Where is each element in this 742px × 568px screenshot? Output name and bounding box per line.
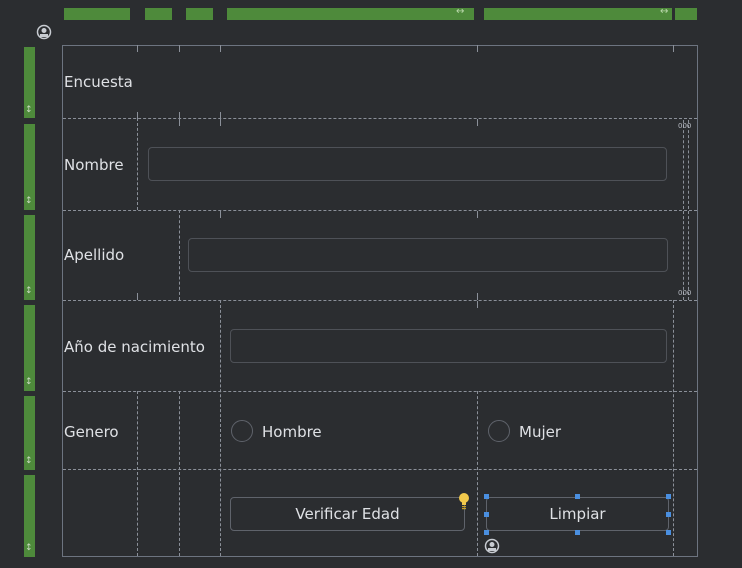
column-header-3[interactable] <box>186 8 213 20</box>
hombre-radio[interactable] <box>231 420 253 442</box>
resize-handle-nw[interactable] <box>484 494 489 499</box>
vertical-scroll-indicator[interactable] <box>683 120 689 300</box>
nombre-input[interactable] <box>148 147 667 181</box>
grid-tick <box>477 119 478 126</box>
grid-tick <box>220 112 221 119</box>
mujer-label[interactable]: Mujer <box>519 423 561 441</box>
resize-handle-ne[interactable] <box>666 494 671 499</box>
row-resize-icon[interactable]: ↕ <box>25 286 33 296</box>
grid-tick <box>220 119 221 126</box>
limpiar-button[interactable]: Limpiar <box>486 497 669 531</box>
mujer-radio[interactable] <box>488 420 510 442</box>
column-header-5[interactable] <box>484 8 672 20</box>
form-title: Encuesta <box>64 73 133 91</box>
grid-col-divider <box>477 391 478 556</box>
grid-col-divider <box>220 300 221 556</box>
scroll-bottom-label: 000 <box>678 289 692 297</box>
grid-tick <box>477 45 478 52</box>
grid-col-divider <box>179 391 180 556</box>
grid-tick <box>220 211 221 218</box>
grid-col-divider <box>137 391 138 556</box>
resize-handle-w[interactable] <box>484 512 489 517</box>
grid-tick <box>477 211 478 218</box>
scroll-top-label: 000 <box>678 122 692 130</box>
grid-row-divider <box>63 469 697 470</box>
grid-tick <box>220 45 221 52</box>
grid-col-divider <box>137 118 138 210</box>
row-resize-icon[interactable]: ↕ <box>25 377 33 387</box>
verificar-edad-button[interactable]: Verificar Edad <box>230 497 465 531</box>
column-header-4[interactable] <box>227 8 474 20</box>
hombre-label[interactable]: Hombre <box>262 423 322 441</box>
grid-col-divider <box>179 210 180 300</box>
nombre-label: Nombre <box>64 156 124 174</box>
resize-handle-n[interactable] <box>575 494 580 499</box>
row-resize-icon[interactable]: ↕ <box>25 456 33 466</box>
grid-row-divider <box>63 300 697 301</box>
grid-tick <box>673 45 674 52</box>
column-header-2[interactable] <box>145 8 172 20</box>
apellido-label: Apellido <box>64 246 125 264</box>
row-resize-icon[interactable]: ↕ <box>25 196 33 206</box>
apellido-input[interactable] <box>188 238 668 272</box>
anchor-icon <box>36 24 52 40</box>
grid-tick <box>179 119 180 126</box>
resize-handle-se[interactable] <box>666 530 671 535</box>
grid-tick <box>137 293 138 300</box>
column-header-1[interactable] <box>64 8 130 20</box>
grid-tick <box>179 112 180 119</box>
anchor-icon <box>484 538 500 554</box>
column-header-6[interactable] <box>675 8 697 20</box>
column-resize-icon[interactable]: ↔ <box>660 6 668 18</box>
grid-tick <box>137 45 138 52</box>
resize-handle-s[interactable] <box>575 530 580 535</box>
grid-tick <box>477 293 478 300</box>
resize-handle-e[interactable] <box>666 512 671 517</box>
anio-nacimiento-input[interactable] <box>230 329 667 363</box>
resize-handle-sw[interactable] <box>484 530 489 535</box>
row-resize-icon[interactable]: ↕ <box>25 543 33 553</box>
grid-tick <box>137 112 138 119</box>
grid-row-divider <box>63 118 697 119</box>
grid-tick <box>179 45 180 52</box>
column-resize-icon[interactable]: ↔ <box>456 6 464 18</box>
anio-nacimiento-label: Año de nacimiento <box>64 338 205 356</box>
form-canvas[interactable] <box>62 45 698 557</box>
grid-row-divider <box>63 210 697 211</box>
grid-tick <box>477 301 478 308</box>
grid-row-divider <box>63 391 697 392</box>
grid-col-divider <box>673 300 674 556</box>
row-resize-icon[interactable]: ↕ <box>25 105 33 115</box>
lightbulb-icon[interactable] <box>458 492 470 510</box>
genero-label: Genero <box>64 423 119 441</box>
